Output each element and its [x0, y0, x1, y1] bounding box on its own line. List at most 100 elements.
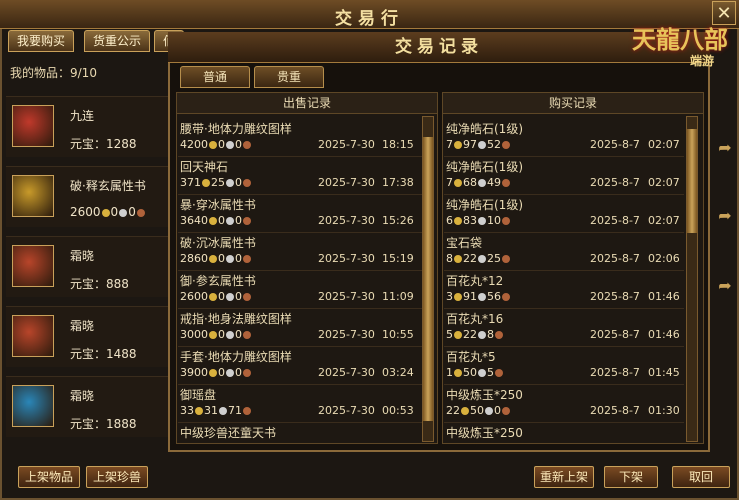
- sales-scrollbar[interactable]: [422, 116, 434, 442]
- gold-coin-icon: [461, 407, 469, 415]
- record-date: 2025-7-30: [318, 214, 375, 227]
- item-price: 元宝：1488: [70, 345, 137, 362]
- item-slot[interactable]: 霜晓 元宝：888: [6, 236, 168, 297]
- silver-value: 31: [204, 404, 218, 417]
- item-slot[interactable]: 霜晓 元宝：1488: [6, 306, 168, 367]
- record-time: 03:24: [382, 366, 414, 379]
- golden-book-icon[interactable]: [12, 175, 54, 217]
- silver-value: 0: [218, 328, 225, 341]
- record-row[interactable]: 宝石袋 8 22 25 2025-8-7 02:06: [444, 232, 684, 271]
- copper-value: 0: [128, 205, 136, 219]
- record-row[interactable]: 百花丸*16 5 22 8 2025-8-7 01:46: [444, 308, 684, 347]
- relist-arrow-icon[interactable]: ➦: [714, 138, 736, 160]
- record-date: 2025-7-30: [318, 138, 375, 151]
- record-item-name: 御瑶盘: [180, 388, 217, 402]
- record-item-name: 百花丸*12: [446, 274, 504, 288]
- copper-coin-icon: [502, 407, 510, 415]
- record-row[interactable]: 回天神石 371 25 0 2025-7-30 17:38: [178, 156, 422, 195]
- record-time: 15:26: [382, 214, 414, 227]
- purchases-scroll-thumb[interactable]: [687, 129, 697, 233]
- item-slot[interactable]: 霜晓 元宝：1888: [6, 376, 168, 437]
- withdraw-button[interactable]: 取回: [672, 466, 730, 488]
- record-row[interactable]: 百花丸*5 1 50 5 2025-8-7 01:45: [444, 346, 684, 385]
- copper-coin-icon: [136, 208, 145, 217]
- record-row[interactable]: 御·参玄属性书 2600 0 0 2025-7-30 11:09: [178, 270, 422, 309]
- record-row[interactable]: 手套·地体力雕纹图样 3900 0 0 2025-7-30 03:24: [178, 346, 422, 385]
- record-row[interactable]: 御瑶盘 33 31 71 2025-7-30 00:53: [178, 384, 422, 423]
- record-date: 2025-7-30: [318, 290, 375, 303]
- purchases-header: 购买记录: [443, 93, 703, 114]
- record-row[interactable]: 纯净皓石(1级) 6 83 10 2025-8-7 02:07: [444, 194, 684, 233]
- item-price: 元宝：1288: [70, 135, 137, 152]
- red-jade-pendant-icon[interactable]: [12, 105, 54, 147]
- record-time: 02:07: [648, 214, 680, 227]
- record-item-name: 宝石袋: [446, 236, 483, 250]
- silver-coin-icon: [226, 141, 234, 149]
- gold-value: 3000: [180, 328, 208, 341]
- silver-coin-icon: [226, 369, 234, 377]
- delist-button[interactable]: 下架: [604, 466, 658, 488]
- window-title: 交易行: [335, 9, 404, 29]
- relist-arrow-icon[interactable]: ➦: [714, 276, 736, 298]
- record-item-name: 中级炼玉*250: [446, 388, 523, 402]
- sales-header: 出售记录: [177, 93, 437, 114]
- blue-bracelet-icon[interactable]: [12, 385, 54, 427]
- record-row[interactable]: 腰带·地体力雕纹图样 4200 0 0 2025-7-30 18:15: [178, 118, 422, 157]
- sales-scroll-thumb[interactable]: [423, 137, 433, 421]
- gold-coin-icon: [454, 369, 462, 377]
- gold-value: 6: [446, 214, 453, 227]
- record-date: 2025-8-7: [590, 214, 640, 227]
- item-name: 破·释玄属性书: [70, 179, 146, 193]
- copper-value: 25: [487, 252, 501, 265]
- item-slot[interactable]: 破·释玄属性书 2600 0 0: [6, 166, 168, 227]
- silver-value: 83: [463, 214, 477, 227]
- gold-coin-icon: [454, 179, 462, 187]
- record-row[interactable]: 破·沉冰属性书 2860 0 0 2025-7-30 15:19: [178, 232, 422, 271]
- gold-value: 7: [446, 138, 453, 151]
- price-value: 2600: [70, 205, 101, 219]
- record-price: 2860 0 0: [180, 252, 252, 265]
- list-item-button[interactable]: 上架物品: [18, 466, 80, 488]
- record-time: 02:07: [648, 176, 680, 189]
- gold-value: 3900: [180, 366, 208, 379]
- record-row[interactable]: 暴·穿冰属性书 3640 0 0 2025-7-30 15:26: [178, 194, 422, 233]
- record-row[interactable]: 中级珍兽还童天书: [178, 422, 422, 442]
- gold-coin-icon: [454, 331, 462, 339]
- record-date: 2025-7-30: [318, 176, 375, 189]
- record-row[interactable]: 中级炼玉*250 22 50 0 2025-8-7 01:30: [444, 384, 684, 423]
- game-logo: 天龍八部 端游: [632, 20, 736, 68]
- copper-coin-icon: [243, 293, 251, 301]
- list-pet-button[interactable]: 上架珍兽: [86, 466, 148, 488]
- gold-value: 2860: [180, 252, 208, 265]
- purchases-scrollbar[interactable]: [686, 116, 698, 442]
- record-row[interactable]: 中级炼玉*250: [444, 422, 684, 442]
- item-slot[interactable]: 九连 元宝：1288: [6, 96, 168, 157]
- silver-value: 0: [218, 290, 225, 303]
- record-price: 3900 0 0: [180, 366, 252, 379]
- copper-value: 5: [487, 366, 494, 379]
- record-row[interactable]: 纯净皓石(1级) 7 68 49 2025-8-7 02:07: [444, 156, 684, 195]
- record-row[interactable]: 戒指·地身法雕纹图样 3000 0 0 2025-7-30 10:55: [178, 308, 422, 347]
- record-row[interactable]: 纯净皓石(1级) 7 97 52 2025-8-7 02:07: [444, 118, 684, 157]
- record-date: 2025-8-7: [590, 176, 640, 189]
- gold-coin-icon: [454, 217, 462, 225]
- record-date: 2025-8-7: [590, 404, 640, 417]
- relist-button[interactable]: 重新上架: [534, 466, 594, 488]
- tab-valuable[interactable]: 贵重: [254, 66, 324, 88]
- tab-notice[interactable]: 货重公示: [84, 30, 151, 52]
- copper-coin-icon: [243, 141, 251, 149]
- silver-coin-icon: [226, 331, 234, 339]
- record-row[interactable]: 百花丸*12 3 91 56 2025-8-7 01:46: [444, 270, 684, 309]
- tab-buy[interactable]: 我要购买: [8, 30, 75, 52]
- record-item-name: 戒指·地身法雕纹图样: [180, 312, 292, 326]
- gold-coin-icon: [454, 293, 462, 301]
- copper-coin-icon: [502, 179, 510, 187]
- record-item-name: 中级炼玉*250: [446, 426, 523, 440]
- gold-value: 371: [180, 176, 201, 189]
- tab-normal[interactable]: 普通: [180, 66, 250, 88]
- copper-coin-icon: [243, 255, 251, 263]
- red-bracelet-icon[interactable]: [12, 315, 54, 357]
- red-bracelet-icon[interactable]: [12, 245, 54, 287]
- silver-coin-icon: [478, 179, 486, 187]
- relist-arrow-icon[interactable]: ➦: [714, 206, 736, 228]
